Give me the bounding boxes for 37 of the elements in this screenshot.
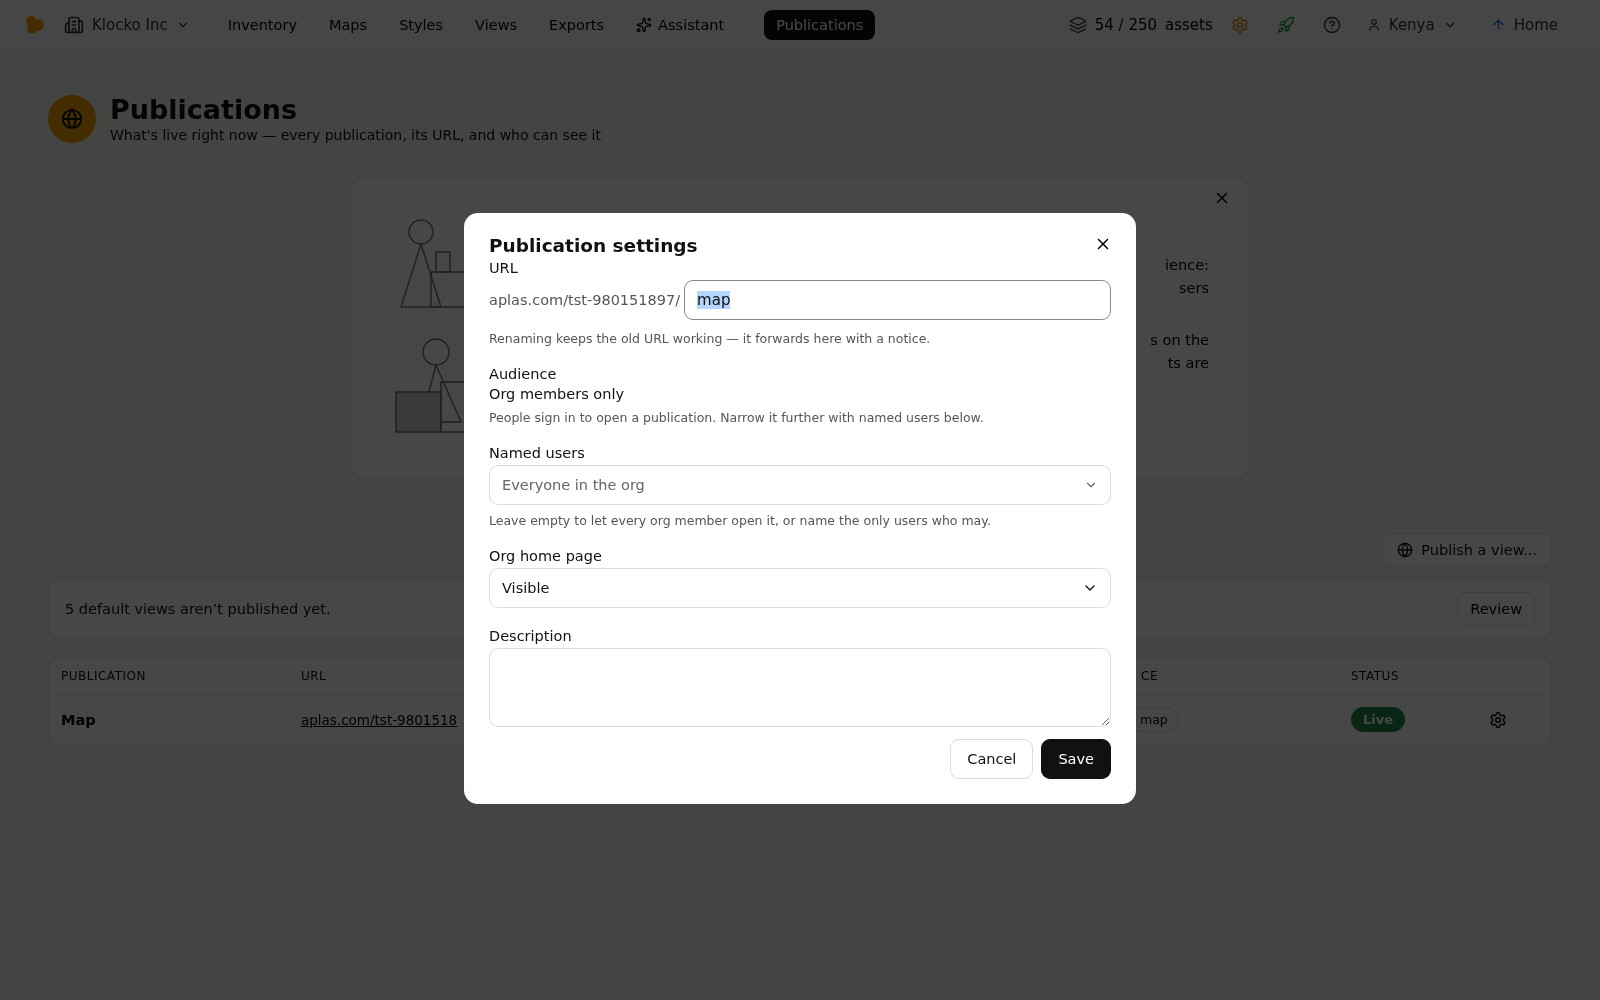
field-label: Named users <box>489 445 586 461</box>
page-title: Publications <box>110 94 299 125</box>
info-text: sers <box>1179 279 1209 298</box>
nav-link[interactable]: Views <box>463 9 530 40</box>
named-users-select[interactable]: Everyone in the org <box>489 465 1111 505</box>
column-header: PUBLICATION <box>61 669 147 683</box>
url-link[interactable]: aplas.com/tst-9801518 <box>301 712 458 728</box>
asset-label: assets <box>1165 15 1213 34</box>
dialog-title: Publication settings <box>489 235 698 256</box>
field-label: Description <box>489 628 573 644</box>
info-text: ts are <box>1167 354 1209 373</box>
hint-text: People sign in to open a publication. Narrow it further with named users below. <box>489 410 985 425</box>
url-prefix: aplas.com/tst-980151897/ <box>489 292 681 308</box>
hint-text: Leave empty to let every org member open it, or name the only users who may. <box>489 513 992 528</box>
nav-link[interactable]: Styles <box>387 9 456 40</box>
nav-link[interactable]: Exports <box>537 9 617 40</box>
url-field[interactable]: map <box>684 280 1111 320</box>
info-text: ience: <box>1165 256 1209 275</box>
home-page-select[interactable]: Visible <box>489 568 1111 608</box>
nav-link[interactable]: Inventory <box>215 9 309 40</box>
field-label: URL <box>489 260 519 276</box>
description-field[interactable] <box>489 648 1111 727</box>
nav-link[interactable]: Maps <box>316 9 380 40</box>
table-cell-text: Map <box>61 711 97 728</box>
notice-text: 5 default views aren’t published yet. <box>65 601 331 617</box>
field-label: Audience <box>489 366 558 382</box>
asset-count: 54 / 250 <box>1094 15 1158 34</box>
column-header: STATUS <box>1351 669 1401 683</box>
save-button[interactable]: Save <box>1041 739 1111 779</box>
field-label: Org home page <box>489 548 603 564</box>
cancel-button[interactable]: Cancel <box>950 739 1034 779</box>
info-text: s on the <box>1150 331 1209 350</box>
hint-text: Renaming keeps the old URL working — it forwards here with a notice. <box>489 331 932 346</box>
column-header: CE <box>1141 669 1159 683</box>
page-subtitle: What's live right now — every publication, its URL, and who can see it <box>110 127 601 143</box>
column-header: URL <box>301 669 328 683</box>
audience-value: Org members only <box>489 386 626 402</box>
